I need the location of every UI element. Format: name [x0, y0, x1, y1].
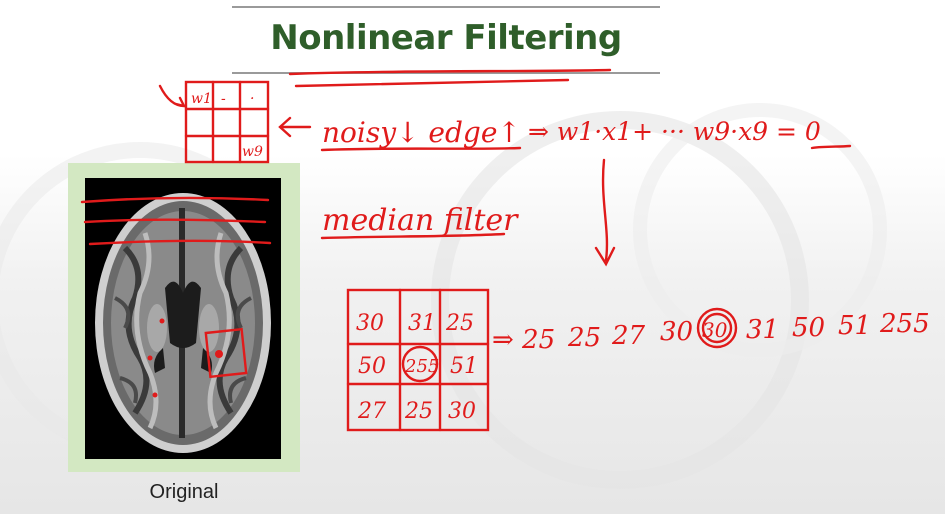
down-arrow	[594, 158, 616, 267]
handwritten-annotations: w1 - · w9 noisy↓ edge↑ ⇒ w1·x1+ ··· w9·x…	[80, 68, 930, 432]
kernel-cell-9: w9	[242, 144, 263, 160]
median-cell-4: 50	[358, 354, 386, 379]
sorted-value-3: 27	[611, 321, 646, 351]
median-cell-5: 255	[404, 356, 439, 377]
sorted-value-7: 50	[792, 313, 825, 343]
title-underline-2	[294, 78, 570, 88]
note-median-filter: median filter	[322, 203, 519, 238]
median-cell-7: 27	[357, 399, 386, 424]
sorted-value-9: 255	[879, 309, 930, 339]
sorted-value-1: ⇒ 25	[492, 325, 555, 355]
mri-line-3	[88, 239, 272, 246]
mri-line-1	[80, 196, 270, 204]
sorted-value-5: 30	[702, 318, 728, 342]
kernel-cell-2: -	[221, 91, 226, 107]
median-cell-8: 25	[404, 399, 433, 424]
mri-dot-4	[152, 392, 158, 398]
left-arrow	[278, 116, 312, 138]
median-cell-1: 30	[356, 311, 384, 336]
title-underline-1	[288, 68, 612, 76]
mri-dot-1	[215, 350, 223, 358]
mri-dot-2	[159, 318, 165, 324]
sorted-value-4: 30	[660, 317, 693, 347]
kernel-arrow	[158, 84, 187, 108]
kernel-cell-1: w1	[191, 91, 212, 107]
sorted-value-2: 25	[567, 323, 601, 353]
kernel-cell-3: ·	[250, 91, 254, 107]
mri-dot-3	[147, 355, 153, 361]
mri-highlight-box	[204, 327, 248, 379]
mri-line-2	[83, 218, 267, 224]
median-cell-6: 51	[450, 354, 478, 379]
median-cell-2: 31	[408, 311, 436, 336]
median-cell-9: 30	[448, 399, 476, 424]
sorted-value-8: 51	[838, 311, 871, 341]
zero-underline	[810, 144, 852, 150]
note-noisy-edge: noisy↓ edge↑	[322, 116, 521, 149]
note-equation: ⇒ w1·x1+ ··· w9·x9 = 0	[528, 117, 821, 146]
sorted-value-6: 31	[746, 315, 779, 345]
median-cell-3: 25	[445, 311, 474, 336]
